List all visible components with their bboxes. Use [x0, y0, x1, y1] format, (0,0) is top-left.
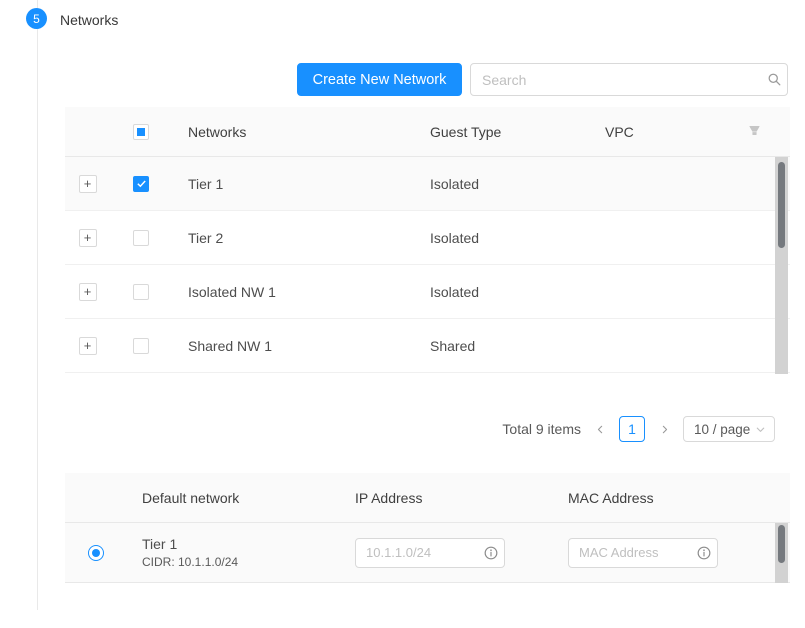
row-checkbox[interactable]	[133, 230, 149, 246]
search-icon[interactable]	[761, 72, 787, 87]
networks-step-page: 5 Networks Create New Network Networks G…	[0, 0, 805, 628]
step-number: 5	[33, 12, 40, 26]
next-page-button[interactable]	[653, 416, 675, 442]
wizard-step-line	[37, 0, 38, 610]
previous-page-button[interactable]	[589, 416, 611, 442]
default-network-row[interactable]: Tier 1 CIDR: 10.1.1.0/24	[65, 523, 790, 583]
table-row[interactable]: + Tier 1 Isolated	[65, 157, 790, 211]
vpc-filter-icon[interactable]	[730, 124, 790, 140]
column-header-vpc: VPC	[589, 124, 730, 140]
expand-row-button[interactable]: +	[79, 283, 97, 301]
create-new-network-button[interactable]: Create New Network	[297, 63, 462, 96]
wizard-step-number-badge: 5	[26, 8, 47, 29]
page-number-button[interactable]: 1	[619, 416, 645, 442]
default-network-name: Tier 1	[142, 536, 339, 552]
mac-address-input[interactable]	[569, 545, 691, 560]
ip-info-icon[interactable]	[478, 546, 504, 560]
network-name: Isolated NW 1	[172, 284, 414, 300]
network-name: Shared NW 1	[172, 338, 414, 354]
column-header-networks: Networks	[172, 124, 414, 140]
column-header-mac-address: MAC Address	[552, 490, 790, 506]
row-checkbox[interactable]	[133, 284, 149, 300]
guest-type: Isolated	[414, 284, 589, 300]
default-network-table-header: Default network IP Address MAC Address	[65, 473, 790, 523]
pagination: Total 9 items 1 10 / page	[65, 416, 775, 442]
search-input[interactable]	[471, 72, 761, 88]
page-size-value: 10 / page	[694, 422, 750, 437]
networks-table: Networks Guest Type VPC + Tier 1 Isolate…	[65, 107, 790, 373]
default-network-table-scrollbar[interactable]	[775, 523, 788, 583]
row-checkbox[interactable]	[133, 338, 149, 354]
table-row[interactable]: + Isolated NW 1 Isolated	[65, 265, 790, 319]
ip-address-input[interactable]	[356, 545, 478, 560]
column-header-default-network: Default network	[126, 490, 339, 506]
network-name: Tier 2	[172, 230, 414, 246]
select-all-checkbox[interactable]	[133, 124, 149, 140]
scrollbar-thumb[interactable]	[778, 525, 785, 563]
table-row[interactable]: + Shared NW 1 Shared	[65, 319, 790, 373]
table-row[interactable]: + Tier 2 Isolated	[65, 211, 790, 265]
chevron-down-icon	[755, 424, 766, 435]
default-network-radio[interactable]	[88, 545, 104, 561]
network-name: Tier 1	[172, 176, 414, 192]
row-checkbox[interactable]	[133, 176, 149, 192]
networks-table-header: Networks Guest Type VPC	[65, 107, 790, 157]
mac-info-icon[interactable]	[691, 546, 717, 560]
scrollbar-thumb[interactable]	[778, 162, 785, 248]
expand-row-button[interactable]: +	[79, 229, 97, 247]
pagination-total: Total 9 items	[502, 421, 581, 437]
step-title: Networks	[60, 12, 118, 28]
network-search-box[interactable]	[470, 63, 788, 96]
guest-type: Isolated	[414, 176, 589, 192]
default-network-cidr: CIDR: 10.1.1.0/24	[142, 555, 339, 569]
default-network-table: Default network IP Address MAC Address T…	[65, 473, 790, 583]
page-size-select[interactable]: 10 / page	[683, 416, 775, 442]
mac-address-input-wrap[interactable]	[568, 538, 718, 568]
networks-table-scrollbar[interactable]	[775, 157, 788, 374]
expand-row-button[interactable]: +	[79, 175, 97, 193]
guest-type: Isolated	[414, 230, 589, 246]
guest-type: Shared	[414, 338, 589, 354]
column-header-guest-type: Guest Type	[414, 124, 589, 140]
ip-address-input-wrap[interactable]	[355, 538, 505, 568]
column-header-ip-address: IP Address	[339, 490, 552, 506]
expand-row-button[interactable]: +	[79, 337, 97, 355]
